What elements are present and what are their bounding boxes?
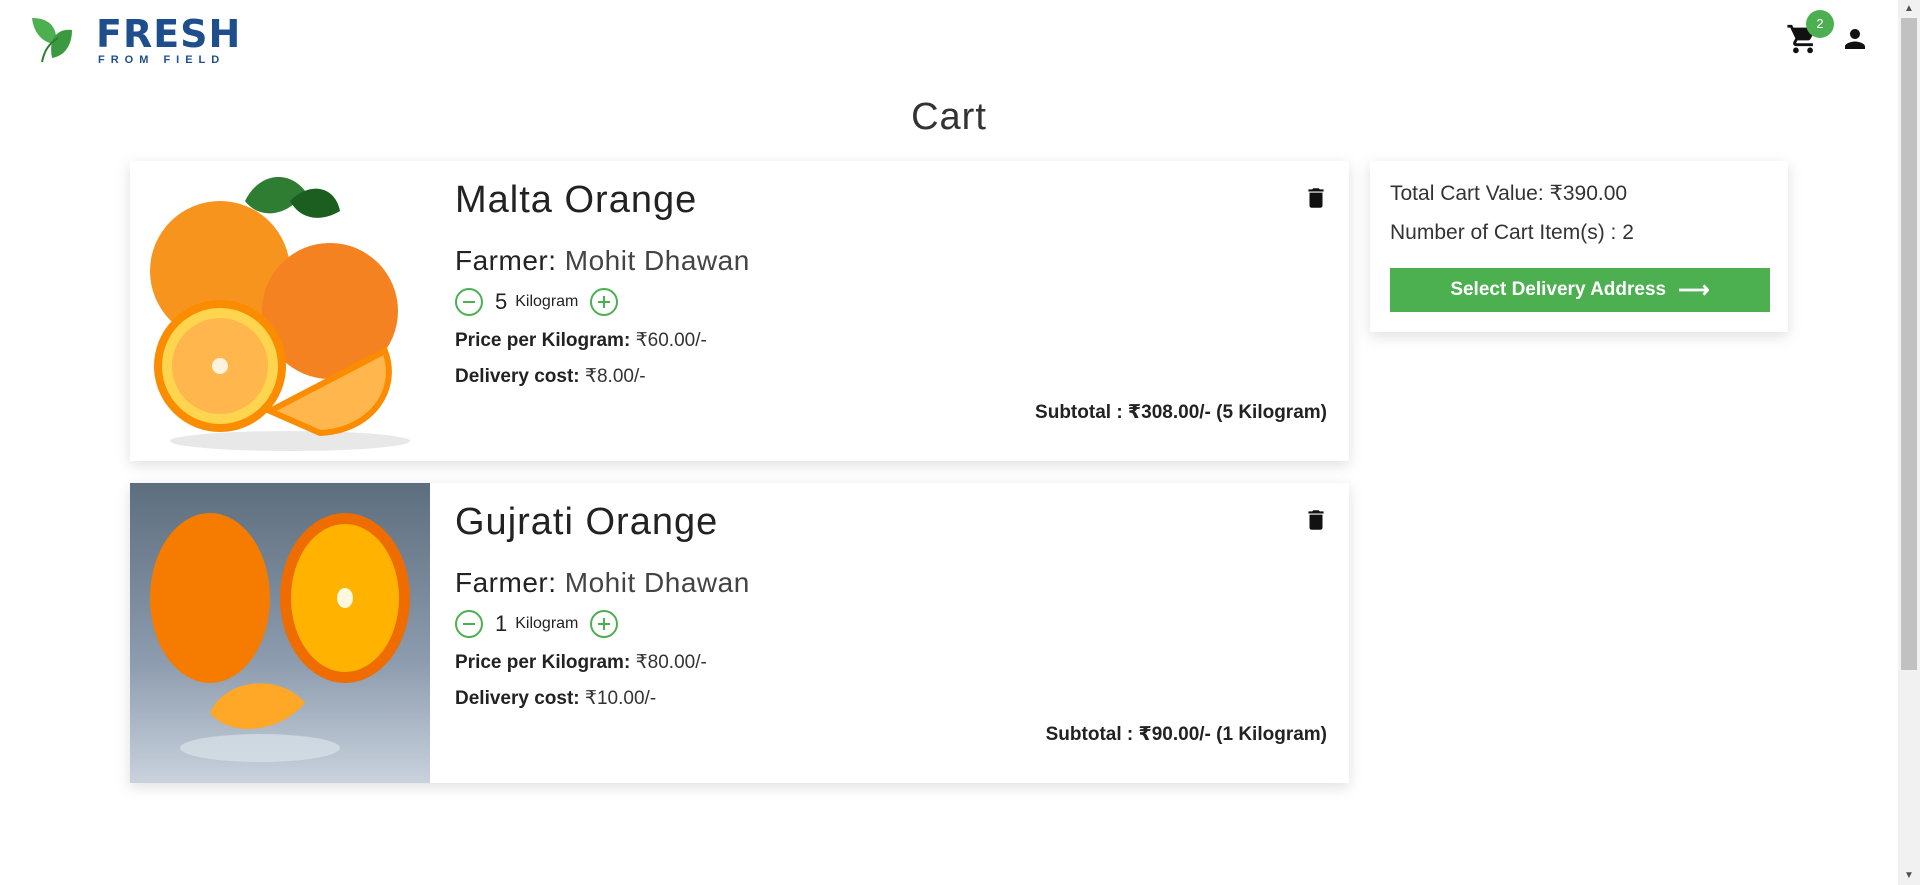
brand-logo[interactable]: FRESH FROM FIELD xyxy=(28,12,242,66)
delete-item-button[interactable] xyxy=(1303,505,1329,535)
price-per-unit: Price per Kilogram: ₹80.00/- xyxy=(455,651,707,674)
item-subtotal: Subtotal : ₹90.00/- (1 Kilogram) xyxy=(1045,724,1327,745)
quantity-value: 1 xyxy=(495,611,508,636)
select-delivery-address-label: Select Delivery Address xyxy=(1450,279,1667,300)
trash-icon xyxy=(1308,510,1324,530)
cart-item-card: Malta Orange Farmer: Mohit Dhawan 5 Kilo… xyxy=(130,161,1349,461)
farmer-info: Farmer: Mohit Dhawan xyxy=(455,567,750,599)
quantity-stepper: 1 Kilogram xyxy=(455,609,619,639)
logo-tagline: FROM FIELD xyxy=(98,54,226,66)
cart-summary-card: Total Cart Value: ₹390.00 Number of Cart… xyxy=(1370,161,1788,332)
farmer-info: Farmer: Mohit Dhawan xyxy=(455,245,750,277)
farmer-label: Farmer: xyxy=(455,245,557,276)
top-navbar: FRESH FROM FIELD 2 xyxy=(0,0,1898,80)
minus-icon xyxy=(463,301,475,303)
arrow-right-icon: ⟶ xyxy=(1678,277,1710,302)
total-cart-value: Total Cart Value: ₹390.00 xyxy=(1390,182,1628,205)
cart-item-details: Gujrati Orange Farmer: Mohit Dhawan 1 Ki… xyxy=(455,483,1349,783)
product-name[interactable]: Malta Orange xyxy=(455,179,697,222)
quantity-unit: Kilogram xyxy=(515,293,579,310)
person-icon xyxy=(1845,29,1865,49)
farmer-name: Mohit Dhawan xyxy=(564,245,750,276)
product-image xyxy=(130,483,430,783)
price-value: ₹60.00/- xyxy=(635,330,707,351)
decrease-quantity-button[interactable] xyxy=(455,610,483,638)
cart-count-badge: 2 xyxy=(1806,10,1834,38)
farmer-label: Farmer: xyxy=(455,567,557,598)
delete-item-button[interactable] xyxy=(1303,183,1329,213)
delivery-cost: Delivery cost: ₹10.00/- xyxy=(455,687,656,710)
logo-wordmark: FRESH xyxy=(96,12,242,56)
decrease-quantity-button[interactable] xyxy=(455,288,483,316)
delivery-cost: Delivery cost: ₹8.00/- xyxy=(455,365,646,388)
increase-quantity-button[interactable] xyxy=(590,610,619,638)
delivery-label: Delivery cost: xyxy=(455,366,580,387)
page-scrollbar[interactable]: ▲ ▼ xyxy=(1898,0,1920,885)
select-delivery-address-button[interactable]: Select Delivery Address ⟶ xyxy=(1390,268,1770,312)
leaf-icon xyxy=(32,18,72,63)
cart-item-count: Number of Cart Item(s) : 2 xyxy=(1390,221,1634,244)
delivery-value: ₹10.00/- xyxy=(584,688,657,709)
quantity-value: 5 xyxy=(495,289,508,314)
price-value: ₹80.00/- xyxy=(635,652,707,673)
trash-icon xyxy=(1308,188,1324,208)
plus-icon-vertical xyxy=(603,296,606,308)
cart-item-details: Malta Orange Farmer: Mohit Dhawan 5 Kilo… xyxy=(455,161,1349,461)
scroll-thumb[interactable] xyxy=(1901,18,1917,670)
product-name[interactable]: Gujrati Orange xyxy=(455,501,718,544)
quantity-stepper: 5 Kilogram xyxy=(455,287,619,317)
price-label: Price per Kilogram: xyxy=(455,652,631,673)
cart-item-card: Gujrati Orange Farmer: Mohit Dhawan 1 Ki… xyxy=(130,483,1349,783)
price-label: Price per Kilogram: xyxy=(455,330,631,351)
account-button[interactable] xyxy=(1840,24,1870,54)
farmer-name: Mohit Dhawan xyxy=(564,567,750,598)
quantity-unit: Kilogram xyxy=(515,615,579,632)
scroll-up-arrow-icon[interactable]: ▲ xyxy=(1898,0,1920,18)
plus-icon-vertical xyxy=(603,618,606,630)
product-image xyxy=(130,161,430,461)
scroll-down-arrow-icon[interactable]: ▼ xyxy=(1898,867,1920,885)
increase-quantity-button[interactable] xyxy=(590,288,619,316)
delivery-value: ₹8.00/- xyxy=(584,366,646,387)
delivery-label: Delivery cost: xyxy=(455,688,580,709)
minus-icon xyxy=(463,623,475,625)
item-subtotal: Subtotal : ₹308.00/- (5 Kilogram) xyxy=(1035,402,1327,423)
price-per-unit: Price per Kilogram: ₹60.00/- xyxy=(455,329,707,352)
page-title: Cart xyxy=(911,96,987,138)
